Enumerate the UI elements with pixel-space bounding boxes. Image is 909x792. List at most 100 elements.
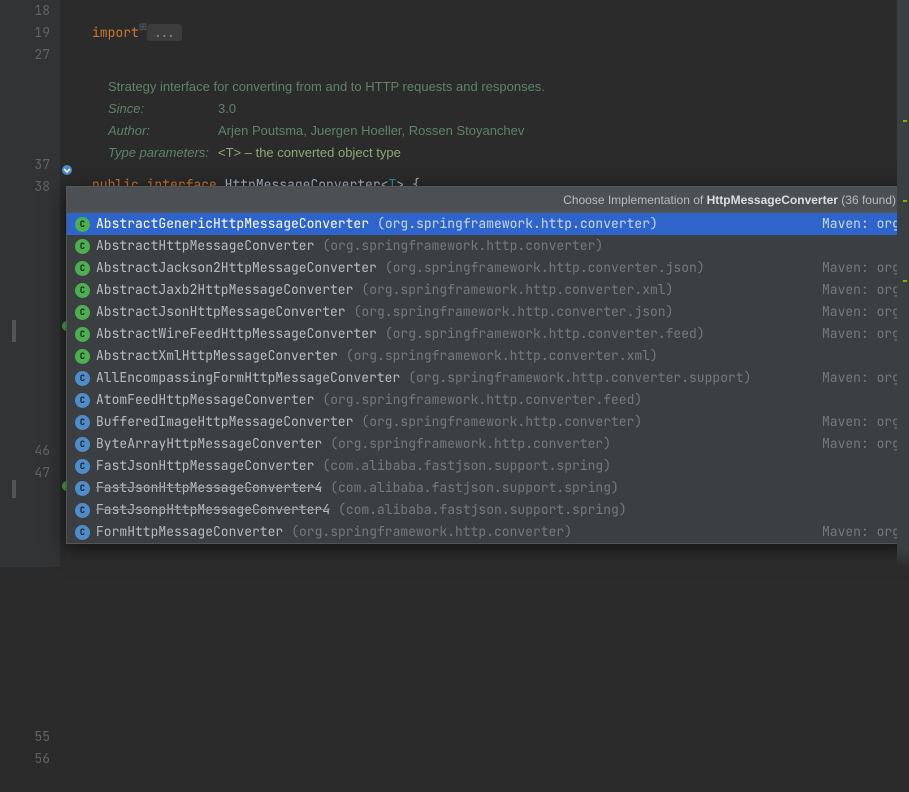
class-name: FormHttpMessageConverter [96,521,283,543]
class-icon: C [75,371,90,386]
line-number[interactable] [0,198,60,220]
scrollbar-marker[interactable] [903,120,907,122]
line-number[interactable] [0,396,60,418]
fold-toggle-icon[interactable]: ⊞ [138,22,148,33]
line-number[interactable] [0,484,60,506]
popup-item[interactable]: C AtomFeedHttpMessageConverter (org.spring… [67,389,908,411]
popup-item[interactable]: CAbstractWireFeedHttpMessageConverter(or… [67,323,908,345]
line-number[interactable] [0,110,60,132]
package-name: (org.springframework.http.converter.supp… [408,367,751,389]
line-number[interactable]: 37 [0,154,60,176]
class-name: AbstractJaxb2HttpMessageConverter [96,279,353,301]
source-label: Maven: org [810,257,900,279]
scrollbar-marker[interactable] [903,280,907,282]
line-number[interactable] [0,594,60,616]
class-name: FastJsonHttpMessageConverter4 [96,477,322,499]
package-name: (org.springframework.http.converter.feed… [322,389,642,411]
class-name: AbstractJackson2HttpMessageConverter [96,257,377,279]
editor-gutter: 181927373846475556 I I [0,0,60,567]
class-icon: C [75,349,90,364]
class-icon: C [75,327,90,342]
line-number[interactable] [0,286,60,308]
line-number[interactable] [0,88,60,110]
class-icon: C [75,261,90,276]
package-name: (org.springframework.http.converter) [377,213,658,235]
class-icon: C [75,415,90,430]
package-name: (org.springframework.http.converter) [361,411,642,433]
package-name: (com.alibaba.fastjson.support.spring) [330,477,619,499]
popup-item[interactable]: CFastJsonpHttpMessageConverter4(com.alib… [67,499,908,521]
line-number[interactable] [0,264,60,286]
folded-region[interactable]: ... [147,24,182,41]
package-name: (org.springframework.http.converter.xml) [346,345,658,367]
package-name: (org.springframework.http.converter.xml) [361,279,673,301]
source-label: Maven: org [810,411,900,433]
popup-item[interactable]: CAbstractJaxb2HttpMessageConverter(org.s… [67,279,908,301]
popup-item[interactable]: C FastJsonHttpMessageConverter (com.alibab… [67,455,908,477]
source-label: Maven: org [810,213,900,235]
line-number[interactable] [0,682,60,704]
package-name: (org.springframework.http.converter.feed… [385,323,705,345]
scrollbar-marker[interactable] [903,200,907,202]
popup-item[interactable]: CByteArrayHttpMessageConverter(org.sprin… [67,433,908,455]
line-number[interactable] [0,374,60,396]
class-icon: C [75,503,90,518]
class-icon: C [75,239,90,254]
popup-item[interactable]: CAbstractJsonHttpMessageConverter(org.sp… [67,301,908,323]
line-number[interactable]: 47 [0,462,60,484]
line-number[interactable] [0,220,60,242]
popup-item[interactable]: CAbstractGenericHttpMessageConverter(org… [67,213,908,235]
line-number[interactable]: 19 [0,22,60,44]
class-icon: C [75,393,90,408]
line-number[interactable] [0,330,60,352]
line-number[interactable] [0,704,60,726]
line-number[interactable] [0,638,60,660]
popup-item[interactable]: C AllEncompassingFormHttpMessageConverter… [67,367,908,389]
class-name: ByteArrayHttpMessageConverter [96,433,322,455]
popup-item[interactable]: CFastJsonHttpMessageConverter4(com.aliba… [67,477,908,499]
package-name: (org.springframework.http.converter) [330,433,611,455]
line-number[interactable]: 38 [0,176,60,198]
popup-item[interactable]: CAbstractHttpMessageConverter(org.spring… [67,235,908,257]
line-number[interactable]: 56 [0,748,60,770]
popup-item[interactable]: CAbstractXmlHttpMessageConverter(org.spr… [67,345,908,367]
line-number[interactable] [0,418,60,440]
line-number[interactable] [0,550,60,572]
javadoc-description: Strategy interface for converting from a… [108,76,893,98]
line-number[interactable] [0,308,60,330]
class-name: AbstractHttpMessageConverter [96,235,314,257]
line-number[interactable] [0,770,60,792]
editor-code-area[interactable]: ⊞ import ... Strategy interface for conv… [60,0,909,196]
line-number[interactable] [0,572,60,594]
package-name: (org.springframework.http.converter.json… [354,301,674,323]
source-label: Maven: org [810,279,900,301]
line-number[interactable] [0,528,60,550]
line-number[interactable] [0,132,60,154]
class-name: FastJsonHttpMessageConverter [96,455,314,477]
line-number[interactable]: 55 [0,726,60,748]
line-number[interactable] [0,242,60,264]
source-label: Maven: org [810,323,900,345]
line-number[interactable]: 27 [0,44,60,66]
popup-fade [66,549,909,567]
class-name: AllEncompassingFormHttpMessageConverter [96,367,400,389]
package-name: (com.alibaba.fastjson.support.spring) [322,455,611,477]
class-icon: C [75,459,90,474]
line-number[interactable] [0,616,60,638]
line-number[interactable]: 46 [0,440,60,462]
vcs-change-marker [12,320,16,342]
popup-item[interactable]: CAbstractJackson2HttpMessageConverter(or… [67,257,908,279]
popup-list: C AbstractGenericHttpMessageConverter (org… [67,213,908,543]
source-label: Maven: org [810,433,900,455]
popup-header: Choose Implementation of HttpMessageConv… [67,187,908,213]
class-name: AtomFeedHttpMessageConverter [96,389,314,411]
line-number[interactable]: 18 [0,0,60,22]
line-number[interactable] [0,660,60,682]
popup-item[interactable]: CFormHttpMessageConverter(org.springfram… [67,521,908,543]
editor-scrollbar[interactable] [897,0,909,567]
popup-item[interactable]: CBufferedImageHttpMessageConverter(org.s… [67,411,908,433]
line-number[interactable] [0,352,60,374]
class-name: AbstractGenericHttpMessageConverter [96,213,369,235]
line-number[interactable] [0,506,60,528]
line-number[interactable] [0,66,60,88]
